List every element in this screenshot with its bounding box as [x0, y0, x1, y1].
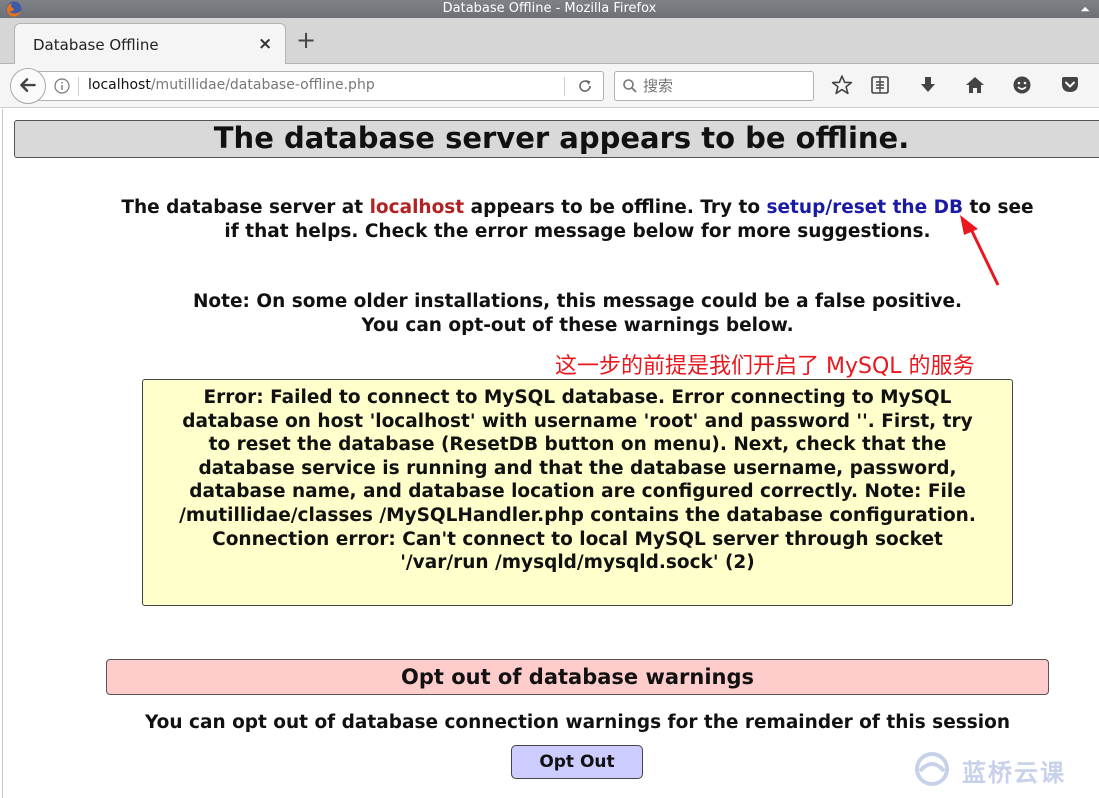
opt-out-button[interactable]: Opt Out [511, 745, 643, 779]
reload-separator [564, 77, 565, 96]
back-button[interactable] [10, 68, 46, 104]
window-maximize-icon[interactable]: ⏶ [1077, 0, 1093, 18]
url-bar[interactable]: localhost/mutillidae/database-offline.ph… [36, 71, 604, 101]
tab-title: Database Offline [33, 36, 159, 54]
url-path: /mutillidae/database-offline.php [150, 77, 375, 93]
home-icon[interactable] [964, 74, 986, 96]
search-bar[interactable] [614, 71, 814, 101]
back-arrow-icon [20, 78, 36, 92]
site-info-icon[interactable] [54, 78, 70, 94]
bookmark-star-icon[interactable] [831, 74, 853, 96]
search-input[interactable] [643, 76, 803, 96]
navigation-bar: localhost/mutillidae/database-offline.ph… [0, 64, 1099, 108]
page-left-border [2, 109, 3, 798]
hello-chat-icon[interactable] [1011, 74, 1033, 96]
new-tab-icon[interactable]: + [296, 26, 316, 54]
note-line-2: You can opt-out of these warnings below. [361, 315, 794, 336]
watermark-logo-icon [915, 752, 949, 786]
reload-icon[interactable] [576, 77, 594, 95]
red-annotation-text: 这一步的前提是我们开启了 MySQL 的服务 [555, 354, 975, 379]
url-host: localhost [88, 77, 151, 93]
note-line-1: Note: On some older installations, this … [192, 291, 963, 312]
setup-reset-db-link[interactable]: setup/reset the DB [767, 197, 964, 218]
intro-before-host: The database server at [121, 197, 370, 218]
window-title: Database Offline - Mozilla Firefox [442, 1, 657, 16]
false-positive-note: Note: On some older installations, this … [120, 290, 1035, 338]
offline-intro-text: The database server at localhost appears… [120, 196, 1035, 244]
annotation-arrow-icon [960, 215, 1000, 286]
optout-description: You can opt out of database connection w… [144, 712, 1010, 733]
watermark-text: 蓝桥云课 [962, 759, 1066, 787]
tab-database-offline[interactable]: Database Offline × [14, 23, 286, 64]
page-content: The database server appears to be offlin… [0, 109, 1099, 798]
watermark: 蓝桥云课 [912, 749, 1092, 789]
intro-middle: appears to be offline. Try to [464, 197, 767, 218]
firefox-logo-icon [6, 1, 22, 17]
window-title-bar: Database Offline - Mozilla Firefox ⏶ [0, 0, 1099, 18]
tab-strip: Database Offline × + [0, 18, 1099, 64]
tab-close-icon[interactable]: × [258, 34, 272, 54]
host-name: localhost [369, 197, 465, 218]
pocket-icon[interactable] [1059, 74, 1081, 96]
url-text[interactable]: localhost/mutillidae/database-offline.ph… [88, 77, 375, 93]
url-separator [78, 77, 79, 96]
download-icon[interactable] [917, 74, 939, 96]
reading-list-icon[interactable] [869, 74, 891, 96]
optout-section-header: Opt out of database warnings [106, 659, 1049, 695]
page-title: The database server appears to be offlin… [14, 120, 1099, 158]
search-icon [623, 79, 637, 93]
error-message-box: Error: Failed to connect to MySQL databa… [142, 379, 1013, 606]
